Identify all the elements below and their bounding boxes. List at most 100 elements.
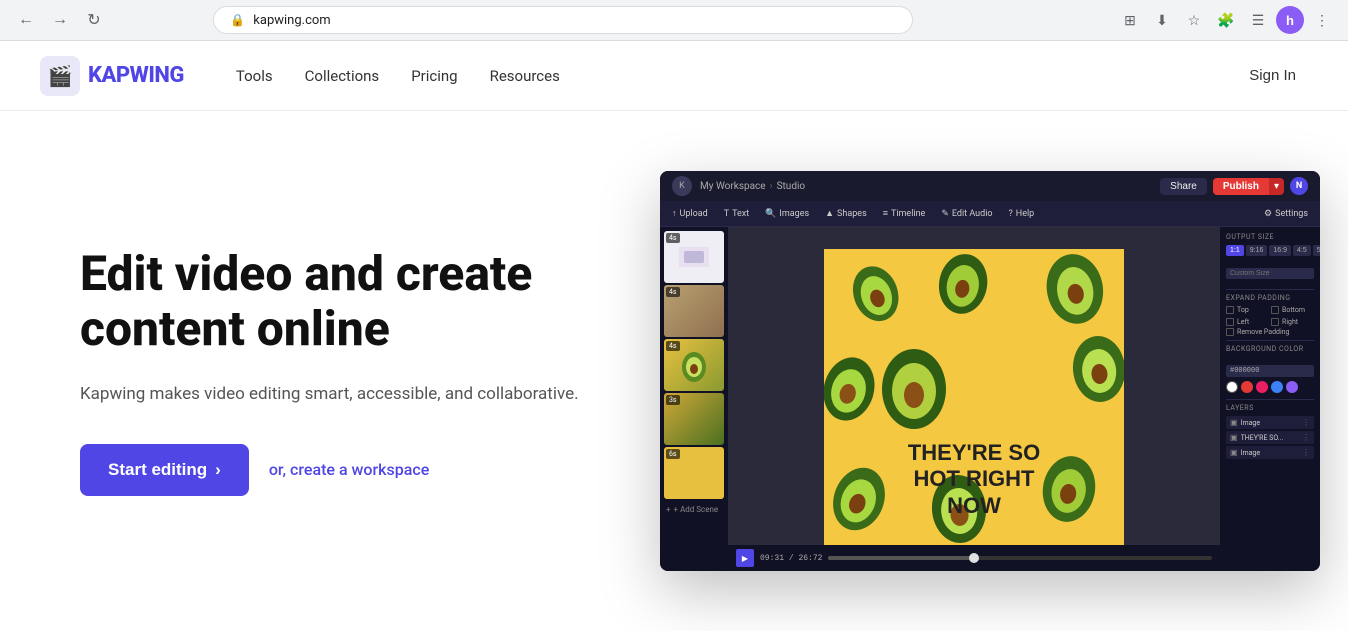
- play-button[interactable]: ▶: [736, 549, 754, 567]
- layer-action[interactable]: ⋮: [1302, 433, 1310, 442]
- shapes-icon: ▲: [825, 208, 834, 219]
- clip-item[interactable]: 6s: [664, 447, 724, 499]
- size-btn-1-1[interactable]: 1:1: [1226, 245, 1244, 256]
- clip-badge: 4s: [666, 233, 680, 243]
- nav-resources[interactable]: Resources: [478, 61, 572, 91]
- size-btn-16-9[interactable]: 16:9: [1269, 245, 1291, 256]
- create-workspace-link[interactable]: or, create a workspace: [269, 460, 429, 479]
- profile-button[interactable]: h: [1276, 6, 1304, 34]
- clip-item[interactable]: 4s: [664, 339, 724, 391]
- output-size-label: OUTPUT SIZE: [1226, 233, 1314, 241]
- padding-bottom-row: Bottom: [1271, 306, 1314, 314]
- back-button[interactable]: ←: [12, 6, 40, 34]
- size-btn-5-4[interactable]: 5:4: [1313, 245, 1320, 256]
- toolbar-help[interactable]: ? Help: [1009, 209, 1035, 219]
- refresh-button[interactable]: ↻: [80, 6, 108, 34]
- padding-left-checkbox[interactable]: [1226, 318, 1234, 326]
- main-content: Edit video and create content online Kap…: [0, 111, 1348, 631]
- address-bar[interactable]: 🔒 kapwing.com: [213, 6, 913, 34]
- layer-action[interactable]: ⋮: [1302, 448, 1310, 457]
- canvas-area: THEY'RE SO HOT RIGHT NOW ▶ 09:31 / 26:72: [728, 227, 1220, 571]
- download-button[interactable]: ⬇: [1148, 6, 1176, 34]
- panel-divider: [1226, 289, 1314, 290]
- swatch-blue[interactable]: [1271, 381, 1283, 393]
- extensions-button[interactable]: ⊞: [1116, 6, 1144, 34]
- clip-badge: 3s: [666, 395, 680, 405]
- timeline-thumb[interactable]: [969, 553, 979, 563]
- layer-item[interactable]: ▣ Image ⋮: [1226, 446, 1314, 459]
- timeline-label: Timeline: [891, 209, 925, 219]
- layer-name: Image: [1241, 419, 1299, 427]
- custom-size-input[interactable]: [1226, 268, 1314, 279]
- padding-right-row: Right: [1271, 318, 1314, 326]
- publish-button[interactable]: Publish: [1213, 178, 1269, 195]
- clip-item[interactable]: 4s: [664, 231, 724, 283]
- site-logo[interactable]: 🎬 KAPWING: [40, 56, 184, 96]
- toolbar-images[interactable]: 🔍 Images: [765, 209, 809, 219]
- padding-bottom-checkbox[interactable]: [1271, 306, 1279, 314]
- swatch-pink[interactable]: [1256, 381, 1268, 393]
- clip-item[interactable]: 3s: [664, 393, 724, 445]
- canvas-text-line1: THEY'RE SO: [824, 440, 1124, 466]
- start-editing-button[interactable]: Start editing ›: [80, 444, 249, 496]
- size-btn-9-16[interactable]: 9:16: [1246, 245, 1268, 256]
- padding-bottom-label: Bottom: [1282, 306, 1305, 314]
- clip-badge: 4s: [666, 287, 680, 297]
- studio-mockup: K My Workspace › Studio Share Publish ▾ …: [660, 171, 1320, 571]
- toolbar-text[interactable]: T Text: [724, 209, 750, 219]
- bg-color-input[interactable]: [1226, 365, 1314, 377]
- layer-action[interactable]: ⋮: [1302, 418, 1310, 427]
- clip-badge: 6s: [666, 449, 680, 459]
- share-button[interactable]: Share: [1160, 178, 1207, 195]
- images-icon: 🔍: [765, 209, 776, 219]
- puzzle-button[interactable]: 🧩: [1212, 6, 1240, 34]
- swatch-purple[interactable]: [1286, 381, 1298, 393]
- padding-right-label: Right: [1282, 318, 1298, 326]
- breadcrumb-sep: ›: [770, 181, 773, 192]
- signin-button[interactable]: Sign In: [1237, 61, 1308, 90]
- site-nav: Tools Collections Pricing Resources: [224, 61, 572, 91]
- add-scene-button[interactable]: + + Add Scene: [664, 501, 724, 518]
- studio-breadcrumb: My Workspace › Studio: [700, 181, 1152, 192]
- nav-collections[interactable]: Collections: [293, 61, 392, 91]
- publish-dropdown-button[interactable]: ▾: [1269, 178, 1284, 195]
- swatch-white[interactable]: [1226, 381, 1238, 393]
- bookmark-button[interactable]: ☆: [1180, 6, 1208, 34]
- layer-item[interactable]: ▣ THEY'RE SO... ⋮: [1226, 431, 1314, 444]
- forward-button[interactable]: →: [46, 6, 74, 34]
- browser-nav-buttons: ← → ↻: [12, 6, 108, 34]
- padding-left-row: Left: [1226, 318, 1269, 326]
- menu-button[interactable]: ☰: [1244, 6, 1272, 34]
- breadcrumb-workspace: My Workspace: [700, 181, 766, 192]
- padding-top-checkbox[interactable]: [1226, 306, 1234, 314]
- help-icon: ?: [1009, 209, 1013, 219]
- size-btn-4-5[interactable]: 4:5: [1293, 245, 1311, 256]
- browser-actions: ⊞ ⬇ ☆ 🧩 ☰ h ⋮: [1116, 6, 1336, 34]
- time-total: 26:72: [798, 554, 822, 563]
- toolbar-upload[interactable]: ↑ Upload: [672, 208, 708, 219]
- edit-audio-label: Edit Audio: [952, 209, 993, 219]
- nav-pricing[interactable]: Pricing: [399, 61, 469, 91]
- remove-padding-checkbox[interactable]: [1226, 328, 1234, 336]
- studio-topbar-actions: Share Publish ▾ N: [1160, 177, 1308, 195]
- toolbar-edit-audio[interactable]: ✎ Edit Audio: [941, 209, 992, 219]
- padding-top-label: Top: [1237, 306, 1249, 314]
- site-header-right: Sign In: [1237, 61, 1308, 90]
- toolbar-settings[interactable]: ⚙ Settings: [1264, 209, 1308, 219]
- padding-right-checkbox[interactable]: [1271, 318, 1279, 326]
- swatch-red[interactable]: [1241, 381, 1253, 393]
- start-editing-arrow: ›: [215, 460, 221, 480]
- padding-top-row: Top: [1226, 306, 1269, 314]
- canvas-text-line2: HOT RIGHT: [824, 466, 1124, 492]
- timeline-track[interactable]: [828, 556, 1212, 560]
- hero-title: Edit video and create content online: [80, 246, 600, 356]
- toolbar-shapes[interactable]: ▲ Shapes: [825, 208, 867, 219]
- studio-toolbar: ↑ Upload T Text 🔍 Images ▲ Shapes ≡ T: [660, 201, 1320, 227]
- layer-item[interactable]: ▣ Image ⋮: [1226, 416, 1314, 429]
- edit-audio-icon: ✎: [941, 209, 949, 219]
- toolbar-timeline[interactable]: ≡ Timeline: [883, 208, 926, 219]
- more-button[interactable]: ⋮: [1308, 6, 1336, 34]
- clip-item[interactable]: 4s: [664, 285, 724, 337]
- text-label: Text: [732, 209, 749, 219]
- nav-tools[interactable]: Tools: [224, 61, 285, 91]
